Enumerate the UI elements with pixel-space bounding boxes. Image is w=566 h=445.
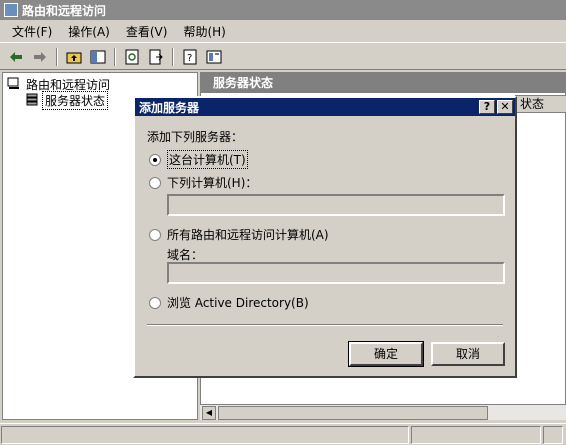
window-titlebar: 路由和远程访问 (0, 0, 566, 20)
dialog-body: 添加下列服务器： 这台计算机(T) 下列计算机(H)： 所有路由和远程访问计算机… (135, 116, 515, 376)
radio-all-ras-label: 所有路由和远程访问计算机(A) (167, 228, 329, 242)
ok-button[interactable]: 确定 (348, 341, 424, 367)
dialog-separator (147, 324, 503, 326)
cancel-button[interactable]: 取消 (431, 342, 505, 366)
scroll-thumb[interactable] (218, 406, 488, 420)
toolbar-separator (114, 47, 116, 66)
radio-button[interactable] (149, 296, 161, 309)
radio-all-ras-computers[interactable]: 所有路由和远程访问计算机(A) (149, 226, 329, 243)
toolbar-separator (172, 47, 174, 66)
svg-text:?: ? (187, 53, 192, 64)
radio-browse-ad-label: 浏览 Active Directory(B) (167, 296, 309, 310)
computer-name-input[interactable] (167, 194, 505, 216)
pane-header: 服务器状态 (201, 73, 565, 93)
menu-bar: 文件(F) 操作(A) 查看(V) 帮助(H) (0, 21, 566, 43)
status-bar (0, 423, 566, 445)
tree-child-label: 服务器状态 (42, 90, 109, 110)
radio-following-computer[interactable]: 下列计算机(H)： (149, 174, 257, 191)
status-cell (1, 426, 409, 444)
window-title: 路由和远程访问 (22, 3, 107, 18)
menu-help[interactable]: 帮助(H) (175, 22, 233, 42)
show-hide-tree-icon[interactable] (88, 47, 108, 67)
dialog-prompt: 添加下列服务器： (147, 130, 244, 144)
radio-button[interactable] (149, 228, 161, 241)
toolbar-separator (56, 47, 58, 66)
scroll-left-icon[interactable]: ◀ (202, 406, 216, 420)
menu-file[interactable]: 文件(F) (4, 22, 60, 42)
radio-browse-ad[interactable]: 浏览 Active Directory(B) (149, 294, 309, 311)
help-icon[interactable]: ? (180, 47, 200, 67)
radio-button[interactable] (149, 176, 161, 189)
computer-icon (7, 77, 19, 89)
domain-label: 域名： (167, 248, 204, 262)
close-icon[interactable]: ✕ (497, 100, 513, 114)
radio-following-computer-label: 下列计算机(H)： (167, 176, 258, 190)
refresh-icon[interactable] (122, 47, 142, 67)
export-list-icon[interactable] (146, 47, 166, 67)
status-cell (411, 426, 541, 444)
menu-view[interactable]: 查看(V) (118, 22, 176, 42)
properties-icon[interactable] (204, 47, 224, 67)
status-cell (543, 426, 563, 444)
add-server-dialog: 添加服务器 ? ✕ 添加下列服务器： 这台计算机(T) 下列计算机(H)： 所有… (133, 96, 517, 378)
dialog-titlebar: 添加服务器 ? ✕ (135, 98, 515, 116)
dialog-title: 添加服务器 (139, 100, 200, 115)
toolbar: ? (0, 44, 566, 70)
up-folder-icon[interactable] (64, 47, 84, 67)
menu-action[interactable]: 操作(A) (60, 22, 118, 42)
column-header-status[interactable]: 状态 (515, 95, 566, 113)
radio-this-computer-label: 这台计算机(T) (167, 150, 248, 169)
server-stack-icon (26, 93, 38, 106)
back-arrow-icon[interactable] (6, 47, 26, 67)
forward-arrow-icon[interactable] (30, 47, 50, 67)
domain-name-input[interactable] (167, 262, 505, 284)
tree-item-server-status[interactable]: 服务器状态 (25, 90, 109, 110)
horizontal-scrollbar[interactable]: ◀ (200, 404, 566, 420)
app-icon (4, 3, 18, 17)
help-question-icon[interactable]: ? (479, 100, 495, 114)
radio-button[interactable] (149, 153, 161, 166)
radio-this-computer[interactable]: 这台计算机(T) (149, 150, 248, 169)
